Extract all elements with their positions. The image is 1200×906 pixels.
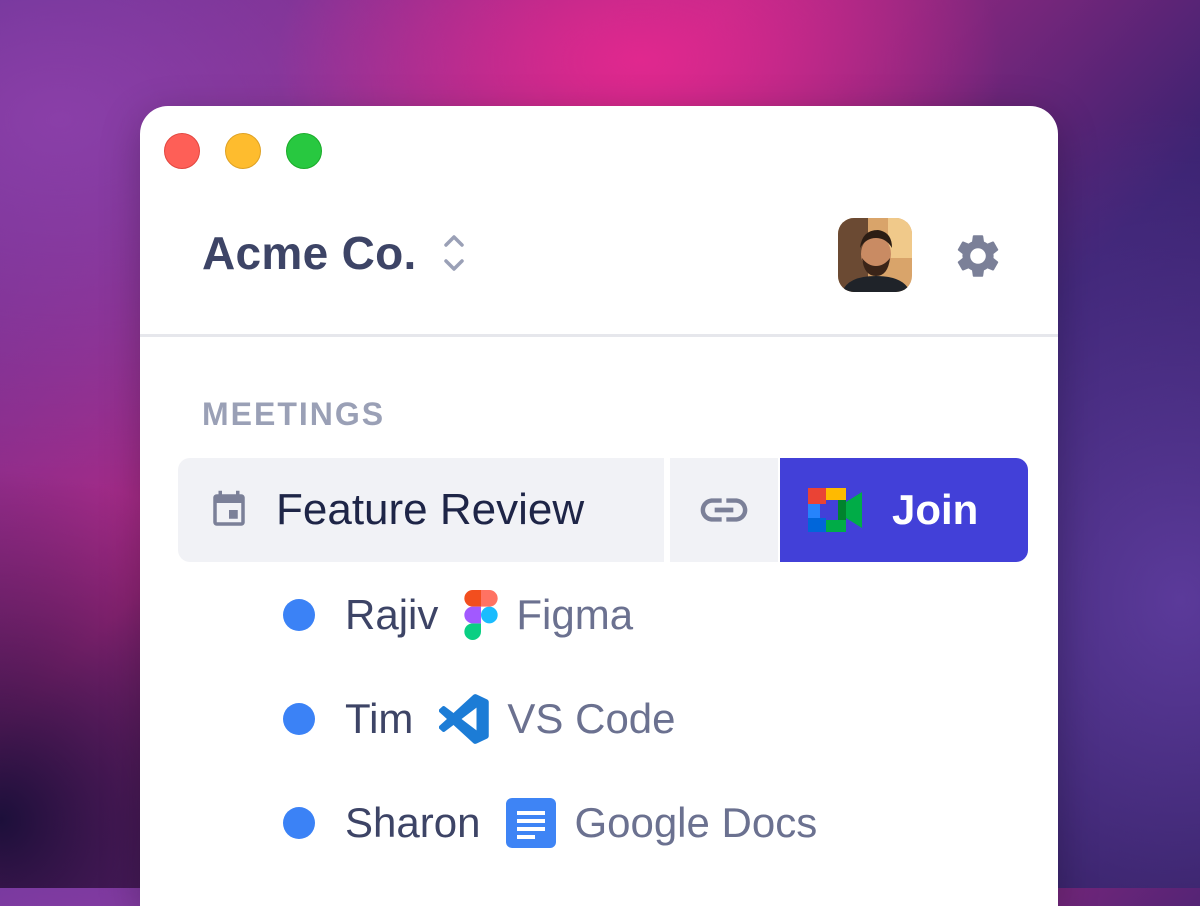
app-window: Acme Co. MEETINGS Feature Review Join Ra… [140, 106, 1058, 906]
meeting-item[interactable]: Feature Review [178, 458, 664, 562]
avatar-icon [838, 218, 912, 292]
status-dot [283, 807, 315, 839]
participant-row: Sharon Google Docs [283, 793, 817, 853]
section-title: MEETINGS [202, 396, 386, 432]
participant-row: Tim VS Code [283, 689, 676, 749]
participant-name: Rajiv [345, 591, 439, 638]
figma-icon [464, 590, 499, 640]
join-label: Join [892, 486, 979, 533]
participant-app: Figma [516, 591, 634, 638]
google-docs-icon [506, 798, 557, 848]
google-meet-icon [808, 488, 862, 532]
copy-link-button[interactable] [670, 458, 778, 562]
status-dot [283, 599, 315, 631]
participant-row: Rajiv Figma [283, 585, 633, 645]
link-icon [700, 498, 748, 522]
participant-app: Google Docs [574, 799, 818, 846]
calendar-icon [213, 490, 245, 526]
workspace-switcher[interactable]: Acme Co. [202, 226, 467, 280]
meeting-row: Feature Review Join [178, 458, 1028, 562]
join-button[interactable]: Join [780, 458, 1028, 562]
user-avatar[interactable] [838, 218, 912, 292]
meeting-title: Feature Review [276, 485, 585, 534]
participant-name: Tim [345, 695, 414, 742]
participant-app: VS Code [507, 695, 676, 742]
chevron-up-down-icon [443, 235, 464, 271]
vscode-icon [439, 694, 490, 744]
participant-name: Sharon [345, 799, 481, 846]
status-dot [283, 703, 315, 735]
gear-icon[interactable] [952, 230, 1004, 282]
header: Acme Co. [140, 106, 1058, 337]
workspace-name: Acme Co. [202, 227, 417, 279]
